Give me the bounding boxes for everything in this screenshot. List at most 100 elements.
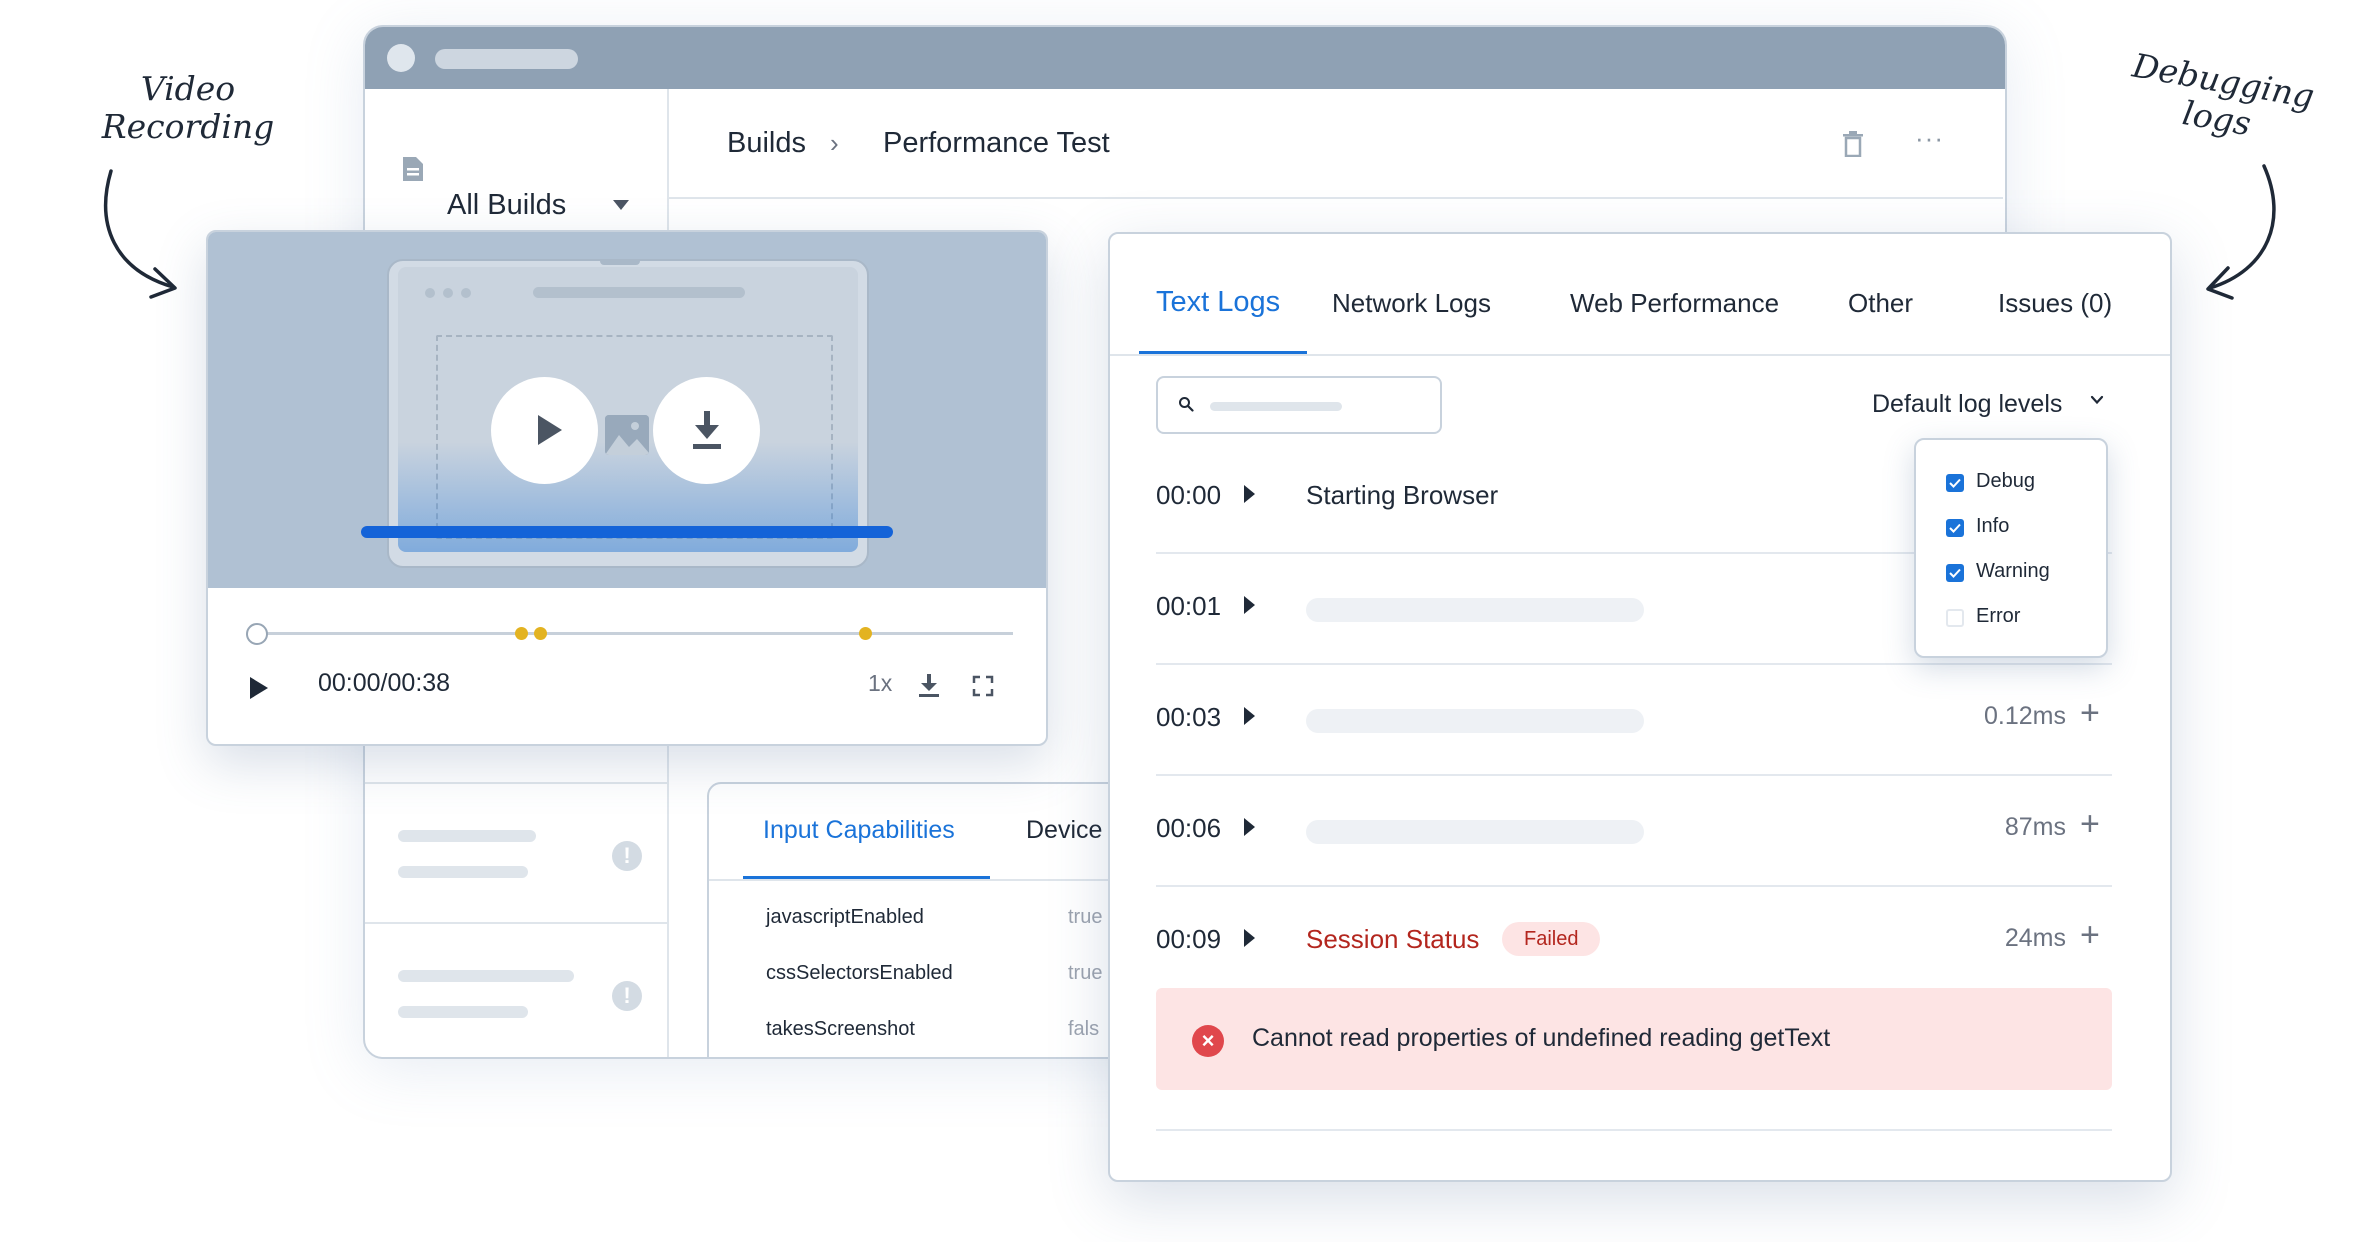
- skeleton-line: [398, 1006, 528, 1018]
- capability-value: true: [1068, 906, 1103, 928]
- play-button[interactable]: [491, 377, 598, 484]
- expand-caret-icon[interactable]: [1244, 596, 1255, 614]
- capability-key: javascriptEnabled: [766, 906, 924, 928]
- play-icon: [538, 415, 562, 445]
- fullscreen-icon[interactable]: [972, 675, 994, 697]
- sidebar-build-row[interactable]: !: [365, 782, 667, 924]
- timeline-track[interactable]: [258, 632, 1013, 635]
- tabs-divider: [709, 879, 1129, 881]
- log-level-filter[interactable]: Default log levels: [1872, 390, 2062, 419]
- capability-key: cssSelectorsEnabled: [766, 962, 953, 984]
- plus-icon[interactable]: +: [2080, 694, 2100, 733]
- browser-dot: [443, 288, 453, 298]
- annotation-line: Recording: [101, 107, 275, 146]
- chevron-down-icon[interactable]: [2090, 393, 2104, 407]
- window-title-placeholder: [435, 49, 578, 69]
- search-icon: [1179, 397, 1194, 412]
- window-dot: [387, 44, 415, 72]
- skeleton-line: [398, 866, 528, 878]
- plus-icon[interactable]: +: [2080, 916, 2100, 955]
- sidebar-build-row[interactable]: !: [365, 922, 667, 1057]
- browser-dot: [425, 288, 435, 298]
- video-player: 00:00/00:38 1x: [206, 230, 1048, 746]
- laptop-notch: [600, 259, 640, 265]
- capability-key: takesScreenshot: [766, 1018, 915, 1040]
- tab-device[interactable]: Device: [1026, 816, 1102, 845]
- warning-icon: !: [612, 841, 642, 871]
- log-text-placeholder: [1306, 709, 1644, 733]
- log-text: Starting Browser: [1306, 480, 1499, 510]
- log-duration: 24ms: [2004, 924, 2066, 952]
- document-icon: [403, 157, 423, 181]
- capabilities-panel: Input Capabilities Device javascriptEnab…: [707, 782, 1131, 1057]
- tabs-divider: [1110, 354, 2170, 356]
- expand-caret-icon[interactable]: [1244, 818, 1255, 836]
- laptop-illustration: [387, 259, 869, 568]
- log-row[interactable]: 00:06 87ms +: [1156, 775, 2112, 887]
- skeleton-line: [398, 970, 574, 982]
- annotation-line: Video: [140, 69, 236, 108]
- checkbox-checked[interactable]: [1946, 564, 1964, 582]
- browser-address-bar: [533, 287, 745, 298]
- skeleton-line: [398, 830, 536, 842]
- playback-progress-bar: [361, 526, 893, 538]
- checkbox-checked[interactable]: [1946, 474, 1964, 492]
- log-levels-dropdown: Debug Info Warning Error: [1914, 438, 2108, 658]
- breadcrumb-separator: ›: [830, 128, 839, 158]
- log-time: 00:00: [1156, 480, 1222, 510]
- log-time: 00:09: [1156, 924, 1222, 954]
- timeline-event-marker[interactable]: [515, 627, 528, 640]
- expand-caret-icon[interactable]: [1244, 707, 1255, 725]
- playback-speed[interactable]: 1x: [868, 670, 892, 697]
- error-message-box: × Cannot read properties of undefined re…: [1156, 988, 2112, 1090]
- arrow-right-icon: [2206, 164, 2276, 300]
- timeline-event-marker[interactable]: [534, 627, 547, 640]
- logs-panel: Text Logs Network Logs Web Performance O…: [1108, 232, 2172, 1182]
- timeline-event-marker[interactable]: [859, 627, 872, 640]
- capability-value: true: [1068, 962, 1103, 984]
- log-search-input[interactable]: [1156, 376, 1442, 434]
- window-titlebar: [365, 27, 2005, 89]
- checkbox-checked[interactable]: [1946, 519, 1964, 537]
- video-time: 00:00/00:38: [318, 669, 451, 697]
- plus-icon[interactable]: +: [2080, 805, 2100, 844]
- more-options-icon[interactable]: ···: [1915, 123, 1944, 154]
- level-label: Info: [1976, 515, 2010, 537]
- error-icon: ×: [1192, 1025, 1224, 1057]
- log-row[interactable]: 00:03 0.12ms +: [1156, 664, 2112, 776]
- play-icon[interactable]: [250, 677, 268, 699]
- level-label: Error: [1976, 605, 2021, 627]
- log-text: Session Status: [1306, 924, 1480, 954]
- builds-header: Builds › Performance Test ···: [667, 89, 2003, 199]
- tab-text-logs[interactable]: Text Logs: [1156, 286, 1280, 319]
- caret-down-icon[interactable]: [613, 200, 629, 210]
- log-duration: 0.12ms: [1984, 702, 2066, 730]
- status-badge: Failed: [1502, 922, 1601, 956]
- debugging-logs-annotation: Debugging logs: [2115, 45, 2325, 155]
- capability-value: fals: [1068, 1018, 1100, 1040]
- tab-input-capabilities[interactable]: Input Capabilities: [763, 816, 955, 845]
- image-icon: [605, 415, 649, 455]
- expand-caret-icon[interactable]: [1244, 929, 1255, 947]
- timeline-scrubber[interactable]: [246, 623, 268, 645]
- tab-other[interactable]: Other: [1848, 288, 1913, 319]
- video-stage[interactable]: [208, 232, 1046, 588]
- warning-icon: !: [612, 981, 642, 1011]
- expand-caret-icon[interactable]: [1244, 485, 1255, 503]
- download-icon: [693, 411, 721, 449]
- breadcrumb-builds[interactable]: Builds: [727, 89, 806, 197]
- tab-network-logs[interactable]: Network Logs: [1332, 288, 1491, 319]
- checkbox-unchecked[interactable]: [1946, 609, 1964, 627]
- download-icon[interactable]: [918, 674, 940, 698]
- browser-dot: [461, 288, 471, 298]
- breadcrumb-current: Performance Test: [883, 127, 1110, 159]
- trash-icon[interactable]: [1842, 131, 1864, 157]
- log-text-placeholder: [1306, 820, 1644, 844]
- log-row[interactable]: 00:09 Session Status Failed 24ms +: [1156, 886, 2112, 996]
- arrow-left-icon: [103, 169, 177, 299]
- tab-issues[interactable]: Issues (0): [1998, 288, 2112, 319]
- tab-web-performance[interactable]: Web Performance: [1570, 288, 1779, 319]
- level-label: Debug: [1976, 470, 2035, 492]
- log-text-placeholder: [1306, 598, 1644, 622]
- download-button[interactable]: [653, 377, 760, 484]
